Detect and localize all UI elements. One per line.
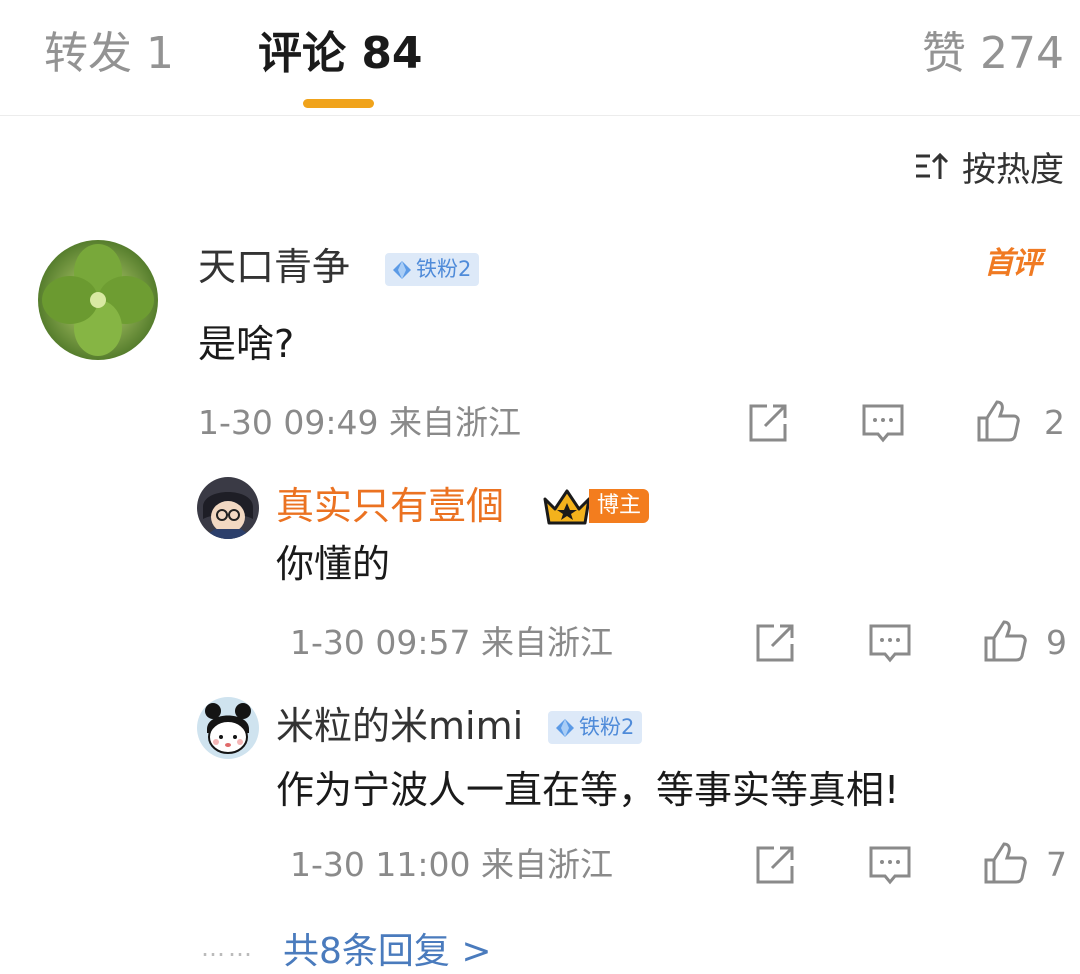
- reply-meta: 1-30 09:57 来自浙江: [290, 623, 613, 662]
- reply-username[interactable]: 米粒的米mimi: [276, 700, 523, 752]
- diamond-icon: [393, 260, 411, 279]
- share-button[interactable]: [752, 620, 798, 666]
- clover-avatar-image: [38, 240, 158, 360]
- share-icon: [756, 624, 794, 662]
- fan-badge-label: 铁粉2: [416, 257, 472, 281]
- comment-button[interactable]: [860, 400, 906, 446]
- like-count: 2: [1044, 403, 1065, 442]
- reply-text: 你懂的: [276, 542, 391, 586]
- more-replies-link[interactable]: 共8条回复 >: [283, 922, 492, 974]
- like-button[interactable]: [982, 840, 1028, 886]
- fan-badge[interactable]: 铁粉2: [385, 253, 480, 286]
- tab-bar: 转发 1 评论 84 赞 274: [0, 0, 1080, 116]
- like-count: 9: [1046, 623, 1067, 662]
- blogger-badge: 博主: [541, 485, 650, 527]
- thumbs-up-icon: [984, 620, 1027, 662]
- reply-username[interactable]: 真实只有壹個: [276, 480, 504, 532]
- tab-likes[interactable]: 赞 274: [922, 24, 1064, 84]
- comment-text: 是啥?: [198, 322, 295, 366]
- comment-button[interactable]: [867, 842, 913, 888]
- diamond-icon: [556, 718, 574, 737]
- comment-icon: [869, 624, 911, 663]
- share-button[interactable]: [752, 842, 798, 888]
- like-button[interactable]: [982, 618, 1028, 664]
- share-button[interactable]: [745, 400, 791, 446]
- reply-meta: 1-30 11:00 来自浙江: [290, 845, 613, 884]
- sort-button[interactable]: 按热度: [914, 142, 1064, 190]
- tab-comments[interactable]: 评论 84: [258, 24, 423, 84]
- avatar[interactable]: [38, 240, 158, 360]
- comment-username[interactable]: 天口青争: [198, 241, 350, 293]
- comment-icon: [862, 404, 904, 443]
- reply-text: 作为宁波人一直在等，等事实等真相!: [276, 768, 900, 812]
- like-button[interactable]: [975, 398, 1021, 444]
- thumbs-up-icon: [984, 842, 1027, 884]
- comment-button[interactable]: [867, 620, 913, 666]
- share-icon: [749, 404, 787, 442]
- share-icon: [756, 846, 794, 884]
- active-tab-indicator: [303, 99, 374, 108]
- comment-meta: 1-30 09:49 来自浙江: [198, 403, 521, 442]
- like-count: 7: [1046, 845, 1067, 884]
- avatar[interactable]: [197, 697, 259, 759]
- blogger-badge-label: 博主: [589, 489, 650, 523]
- anime-avatar-image: [197, 477, 259, 539]
- cartoon-girl-avatar-image: [197, 697, 259, 759]
- crown-icon: [543, 489, 591, 525]
- more-replies-dots: ……: [201, 934, 255, 962]
- avatar[interactable]: [197, 477, 259, 539]
- more-replies-row: …… 共8条回复 >: [201, 924, 492, 972]
- sort-label: 按热度: [962, 149, 1064, 190]
- fan-badge-label: 铁粉2: [579, 715, 635, 739]
- fan-badge[interactable]: 铁粉2: [548, 711, 643, 744]
- tab-repost[interactable]: 转发 1: [44, 24, 174, 84]
- first-comment-badge: 首评: [984, 246, 1042, 281]
- comment-icon: [869, 846, 911, 885]
- sort-icon: [916, 152, 949, 179]
- thumbs-up-icon: [977, 400, 1020, 442]
